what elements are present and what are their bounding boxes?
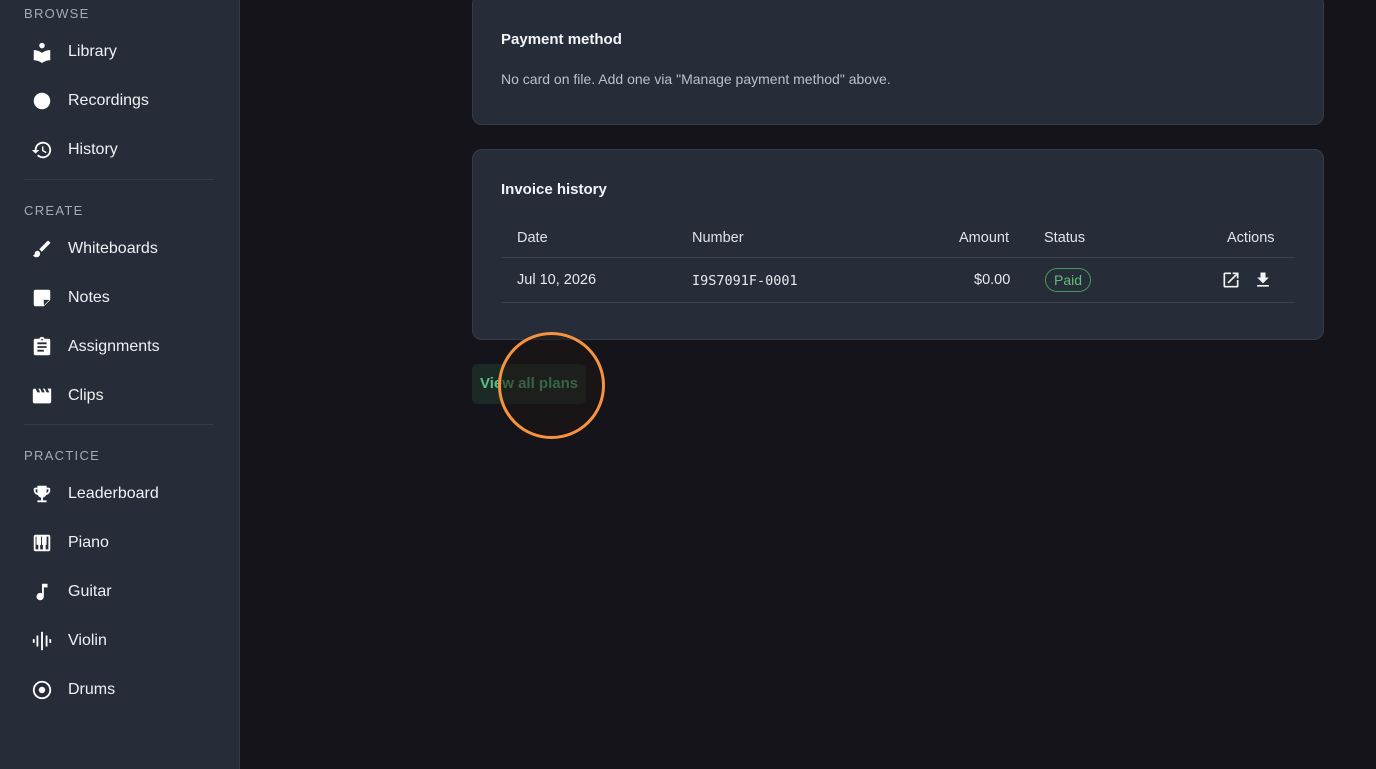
clipboard-icon bbox=[30, 335, 54, 359]
sidebar: BROWSE Library Recordings History CREATE… bbox=[0, 0, 240, 769]
download-icon[interactable] bbox=[1252, 269, 1274, 291]
drum-icon bbox=[30, 678, 54, 702]
sidebar-item-label: Guitar bbox=[68, 583, 112, 600]
sidebar-item-label: Whiteboards bbox=[68, 240, 158, 257]
sidebar-item-assignments[interactable]: Assignments bbox=[0, 326, 239, 368]
sidebar-item-drums[interactable]: Drums bbox=[0, 669, 239, 711]
sidebar-item-label: Piano bbox=[68, 534, 109, 551]
sidebar-item-label: Assignments bbox=[68, 338, 160, 355]
sidebar-item-leaderboard[interactable]: Leaderboard bbox=[0, 473, 239, 515]
sidebar-item-label: Leaderboard bbox=[68, 485, 159, 502]
status-badge: Paid bbox=[1045, 268, 1092, 292]
sidebar-item-clips[interactable]: Clips bbox=[0, 375, 239, 417]
sidebar-item-label: Recordings bbox=[68, 92, 149, 109]
invoice-date: Jul 10, 2026 bbox=[517, 272, 597, 288]
library-icon bbox=[30, 40, 54, 64]
trophy-icon bbox=[30, 482, 54, 506]
note-icon bbox=[30, 286, 54, 310]
sidebar-divider bbox=[24, 179, 214, 180]
sidebar-item-guitar[interactable]: Guitar bbox=[0, 571, 239, 613]
invoice-amount: $0.00 bbox=[974, 272, 1011, 288]
open-external-icon[interactable] bbox=[1220, 269, 1242, 291]
sidebar-item-whiteboards[interactable]: Whiteboards bbox=[0, 228, 239, 270]
piano-icon bbox=[30, 531, 54, 555]
invoice-history-title: Invoice history bbox=[501, 181, 607, 198]
invoice-number: I9S7091F-0001 bbox=[692, 273, 798, 289]
payment-method-card: Payment method No card on file. Add one … bbox=[472, 0, 1324, 125]
history-icon bbox=[30, 138, 54, 162]
sidebar-item-label: Drums bbox=[68, 681, 116, 698]
sidebar-item-piano[interactable]: Piano bbox=[0, 522, 239, 564]
column-header-date: Date bbox=[517, 230, 548, 246]
sidebar-item-label: Violin bbox=[68, 632, 107, 649]
clapperboard-icon bbox=[30, 384, 54, 408]
sidebar-item-label: Notes bbox=[68, 289, 110, 306]
music-note-icon bbox=[30, 580, 54, 604]
sidebar-item-library[interactable]: Library bbox=[0, 31, 239, 73]
payment-method-text: No card on file. Add one via "Manage pay… bbox=[501, 71, 891, 87]
section-label-browse: BROWSE bbox=[24, 6, 90, 21]
column-header-status: Status bbox=[1044, 230, 1086, 246]
sidebar-item-notes[interactable]: Notes bbox=[0, 277, 239, 319]
sidebar-item-label: History bbox=[68, 141, 118, 158]
column-header-amount: Amount bbox=[959, 230, 1009, 246]
section-label-create: CREATE bbox=[24, 203, 84, 218]
sidebar-item-violin[interactable]: Violin bbox=[0, 620, 239, 662]
view-all-plans-button[interactable]: View all plans bbox=[472, 364, 587, 404]
table-divider bbox=[501, 257, 1295, 258]
invoice-history-card: Invoice history Date Number Amount Statu… bbox=[472, 149, 1324, 340]
brush-icon bbox=[30, 237, 54, 261]
column-header-actions: Actions bbox=[1227, 230, 1275, 246]
sidebar-item-label: Clips bbox=[68, 387, 104, 404]
record-icon bbox=[30, 89, 54, 113]
payment-method-title: Payment method bbox=[501, 31, 622, 48]
sidebar-item-recordings[interactable]: Recordings bbox=[0, 80, 239, 122]
table-divider bbox=[501, 302, 1295, 303]
section-label-practice: PRACTICE bbox=[24, 448, 101, 463]
sidebar-divider bbox=[24, 424, 214, 425]
column-header-number: Number bbox=[692, 230, 744, 246]
waveform-icon bbox=[30, 629, 54, 653]
sidebar-item-label: Library bbox=[68, 43, 117, 60]
sidebar-item-history[interactable]: History bbox=[0, 129, 239, 171]
